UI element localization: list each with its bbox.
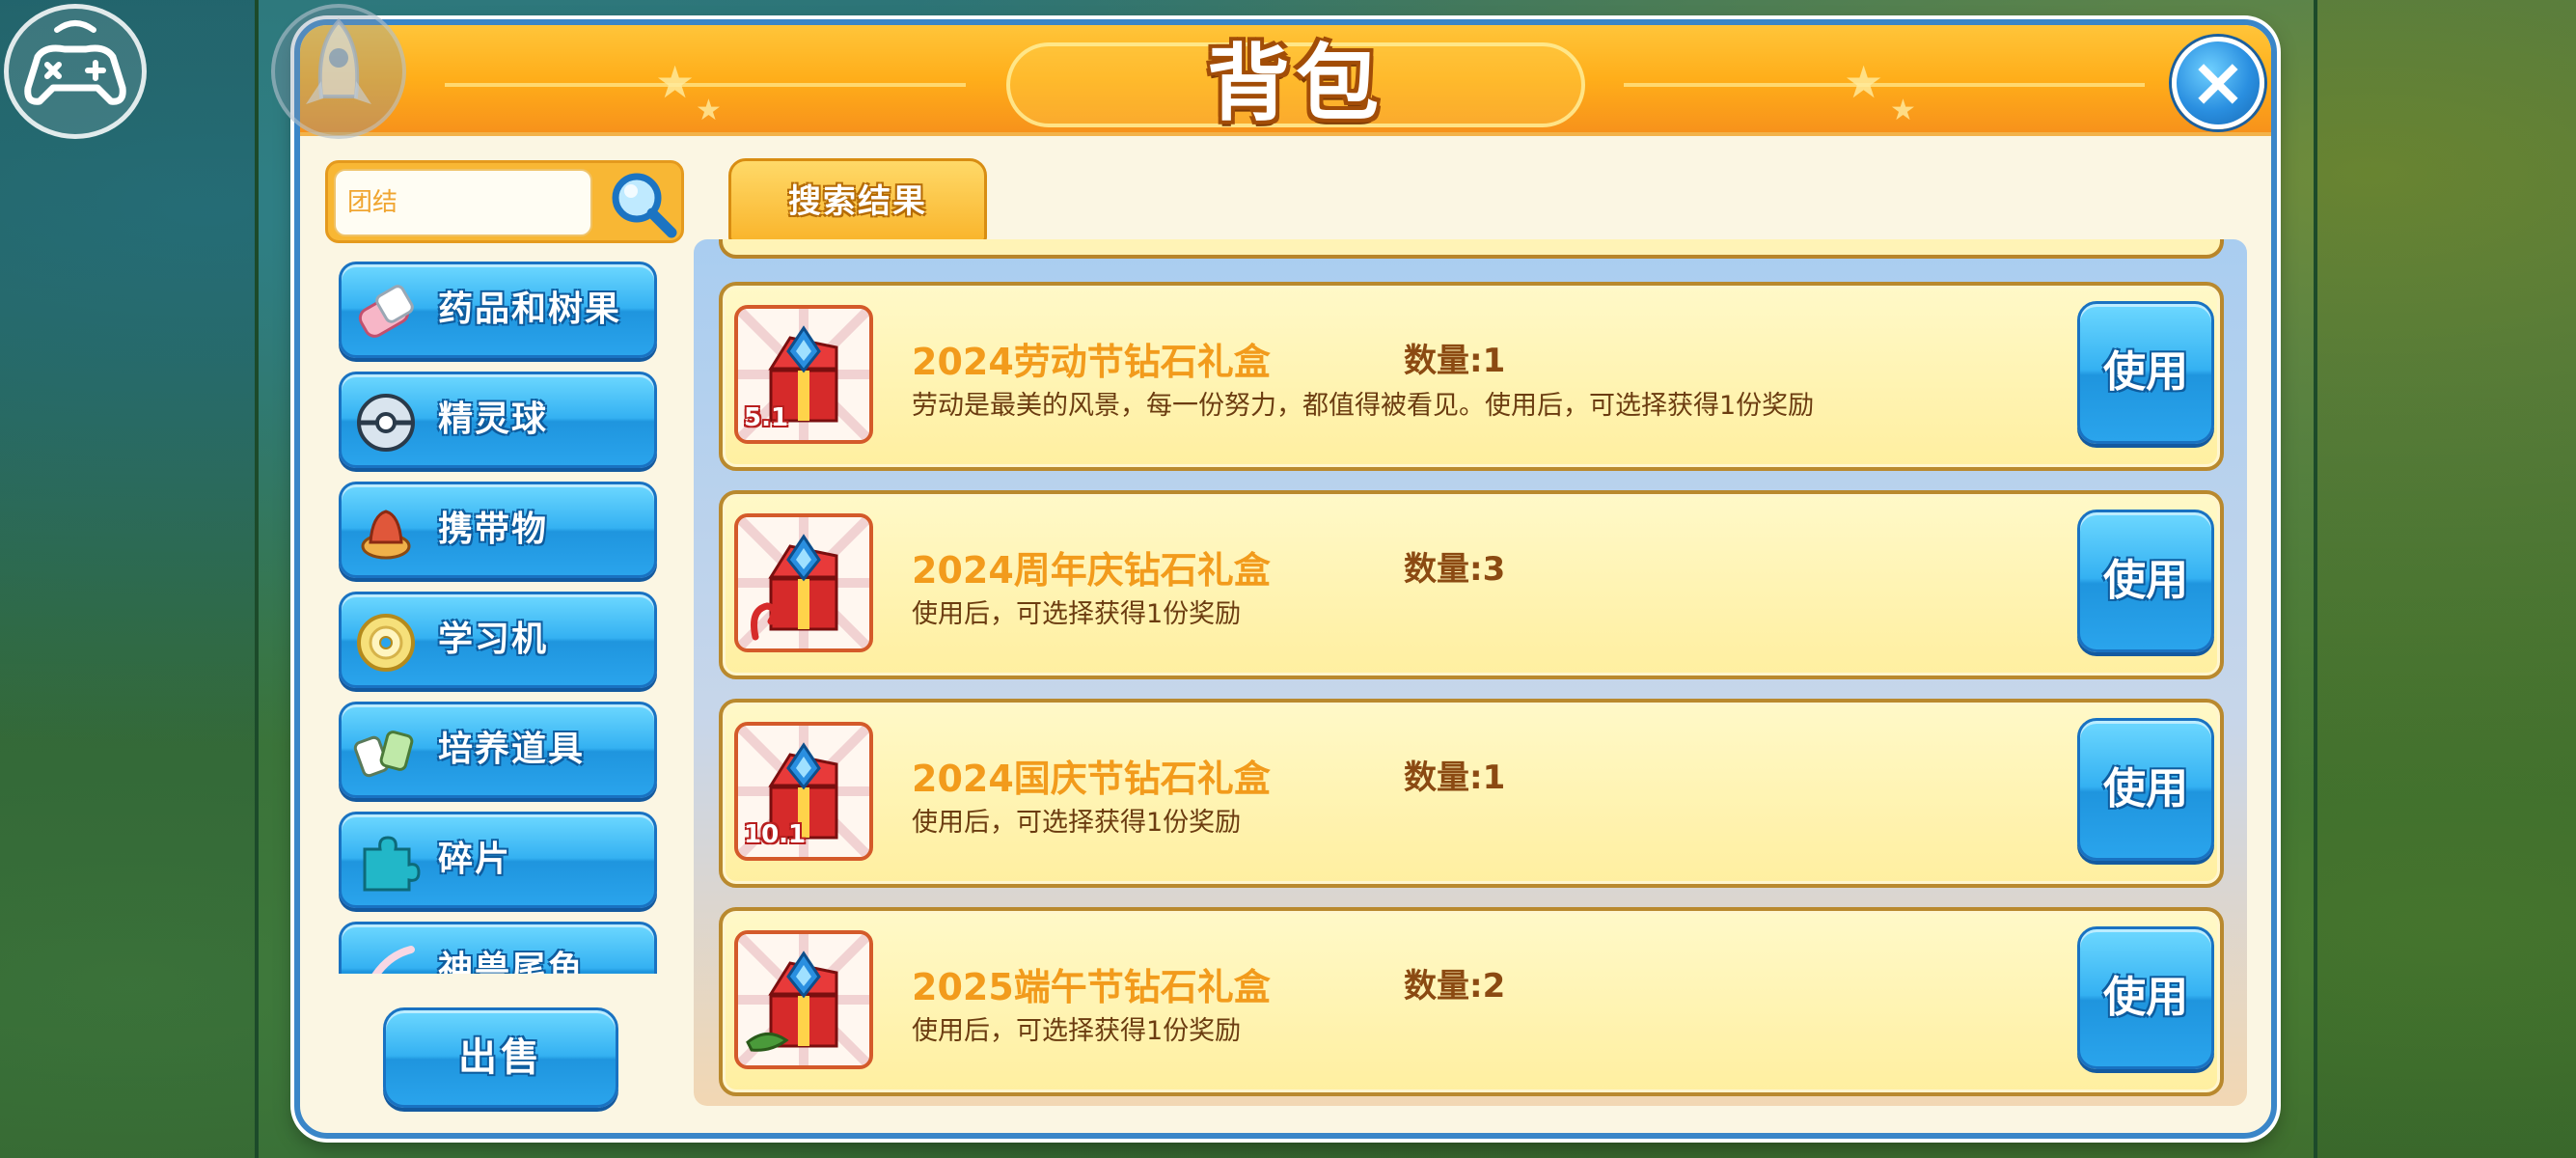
- item-list[interactable]: 5.1 2024劳动节钻石礼盒 数量:1 劳动是最美的风景，每一份努力，都值得被…: [694, 239, 2247, 1106]
- sell-button[interactable]: 出售: [383, 1007, 618, 1108]
- item-description: 使用后，可选择获得1份奖励: [912, 1016, 1242, 1046]
- category-label: 携带物: [438, 510, 549, 549]
- item-quantity: 数量:1: [1404, 342, 1506, 380]
- legendary-icon: [371, 946, 415, 974]
- category-legendary[interactable]: 神兽尾鱼: [339, 922, 657, 974]
- list-item: 2024周年庆钻石礼盒 数量:3 使用后，可选择获得1份奖励 使用: [719, 490, 2224, 679]
- window-title: 背包: [1207, 36, 1384, 132]
- star-icon: ★: [655, 56, 696, 108]
- category-tms[interactable]: 学习机: [339, 592, 657, 688]
- magnifier-icon: [612, 173, 677, 238]
- category-label: 精灵球: [438, 400, 549, 439]
- header-deco-line-left: [445, 83, 966, 87]
- item-quantity: 数量:1: [1404, 758, 1506, 797]
- star-icon: ★: [696, 94, 722, 127]
- gamepad-icon: [24, 20, 126, 105]
- use-button[interactable]: 使用: [2077, 718, 2214, 861]
- item-name: 2024周年庆钻石礼盒: [912, 549, 1271, 592]
- frame-divider-left: [255, 0, 259, 1158]
- gift-box-icon: [734, 513, 873, 652]
- training-item-icon: [353, 731, 414, 778]
- item-quantity: 数量:3: [1404, 550, 1506, 589]
- header-deco-line-right: [1624, 83, 2145, 87]
- category-label: 碎片: [438, 840, 512, 879]
- category-label: 培养道具: [438, 730, 586, 769]
- bag-window: ★ ★ ★ ★ 背包 × 药品和树果: [271, 4, 2277, 1139]
- held-item-icon: [361, 510, 411, 560]
- list-item: 10.1 2024国庆节钻石礼盒 数量:1 使用后，可选择获得1份奖励 使用: [719, 699, 2224, 888]
- category-label: 药品和树果: [438, 290, 622, 329]
- item-name: 2025端午节钻石礼盒: [912, 966, 1271, 1008]
- star-icon: ★: [1844, 56, 1884, 108]
- category-label: 学习机: [438, 620, 549, 659]
- list-item: 2025端午节钻石礼盒 数量:2 使用后，可选择获得1份奖励 使用: [719, 907, 2224, 1096]
- search-input[interactable]: [334, 169, 592, 236]
- category-medicine-berries[interactable]: 药品和树果: [339, 262, 657, 358]
- item-name: 2024劳动节钻石礼盒: [912, 341, 1271, 383]
- use-button[interactable]: 使用: [2077, 301, 2214, 444]
- pokeball-icon: [357, 394, 415, 452]
- item-description: 使用后，可选择获得1份奖励: [912, 808, 1242, 838]
- item-name: 2024国庆节钻石礼盒: [912, 758, 1271, 800]
- gift-box-icon: [734, 930, 873, 1069]
- gift-box-icon: 5.1: [734, 305, 873, 444]
- category-training-items[interactable]: 培养道具: [339, 702, 657, 798]
- star-icon: ★: [1890, 94, 1916, 127]
- use-button[interactable]: 使用: [2077, 926, 2214, 1069]
- item-badge: 10.1: [744, 820, 807, 849]
- medicine-berry-icon: [358, 285, 414, 338]
- disc-icon: [357, 614, 415, 672]
- item-quantity: 数量:2: [1404, 967, 1506, 1006]
- category-fragments[interactable]: 碎片: [339, 812, 657, 908]
- window-header: ★ ★ ★ ★ 背包 ×: [300, 25, 2271, 136]
- background-shade-left: [0, 0, 259, 1158]
- category-pokeballs[interactable]: 精灵球: [339, 372, 657, 468]
- category-label: 神兽尾鱼: [438, 950, 586, 974]
- category-list[interactable]: 药品和树果 精灵球 携带物 学习机 培养道具 碎片 神兽尾鱼: [339, 262, 667, 974]
- close-button[interactable]: ×: [2172, 37, 2264, 129]
- background-shade-right: [2316, 0, 2576, 1158]
- use-button[interactable]: 使用: [2077, 510, 2214, 652]
- tab-search-results[interactable]: 搜索结果: [728, 158, 987, 243]
- list-item-partial: [719, 239, 2224, 259]
- search-button[interactable]: [606, 167, 679, 240]
- item-badge: 5.1: [744, 403, 789, 432]
- item-description: 使用后，可选择获得1份奖励: [912, 599, 1242, 629]
- gift-box-icon: 10.1: [734, 722, 873, 861]
- category-held-items[interactable]: 携带物: [339, 482, 657, 578]
- rocket-icon: [271, 4, 406, 139]
- item-description: 劳动是最美的风景，每一份努力，都值得被看见。使用后，可选择获得1份奖励: [912, 391, 1815, 421]
- search-bar: [325, 160, 684, 243]
- gamepad-button[interactable]: [4, 4, 147, 139]
- frame-divider-right: [2314, 0, 2317, 1158]
- list-item: 5.1 2024劳动节钻石礼盒 数量:1 劳动是最美的风景，每一份努力，都值得被…: [719, 282, 2224, 471]
- puzzle-piece-icon: [363, 836, 421, 892]
